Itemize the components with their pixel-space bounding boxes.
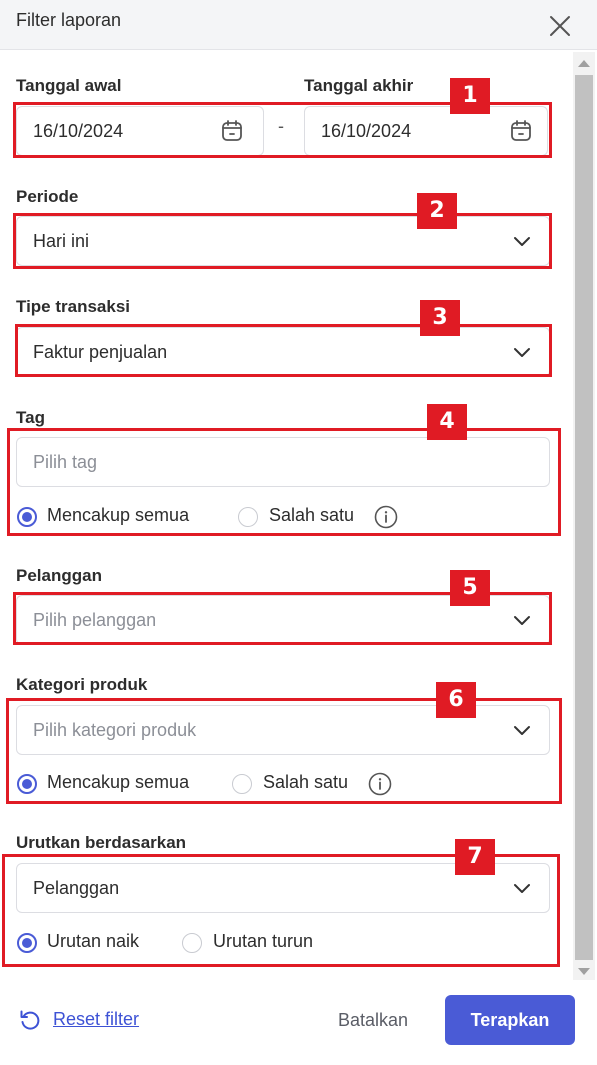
transaction-type-select[interactable]: Faktur penjualan: [16, 327, 550, 377]
tag-placeholder: Pilih tag: [33, 452, 98, 472]
annotation-badge-3: 3: [420, 300, 460, 336]
tag-option-include-all[interactable]: Mencakup semua: [16, 505, 216, 529]
calendar-icon[interactable]: [220, 119, 244, 143]
annotation-badge-7: 7: [455, 839, 495, 875]
product-category-placeholder: Pilih kategori produk: [33, 720, 197, 740]
cancel-button[interactable]: Batalkan: [320, 995, 426, 1045]
sort-option-descending[interactable]: Urutan turun: [182, 931, 342, 955]
tag-option-any-label: Salah satu: [269, 505, 355, 525]
close-icon[interactable]: [546, 12, 574, 40]
period-label: Periode: [16, 187, 79, 206]
chevron-down-icon: [514, 348, 530, 357]
date-separator: -: [278, 116, 284, 136]
transaction-type-label: Tipe transaksi: [16, 297, 131, 316]
customer-label: Pelanggan: [16, 566, 102, 585]
end-date-label: Tanggal akhir: [304, 76, 414, 95]
tag-option-any[interactable]: Salah satu: [238, 505, 368, 529]
transaction-type-value: Faktur penjualan: [33, 342, 168, 362]
tag-input[interactable]: Pilih tag: [16, 437, 550, 487]
start-date-input[interactable]: 16/10/2024: [16, 106, 264, 156]
info-icon[interactable]: [368, 772, 392, 796]
start-date-value: 16/10/2024: [33, 121, 124, 141]
radio-selected[interactable]: [17, 507, 37, 527]
tag-option-include-all-label: Mencakup semua: [47, 505, 190, 525]
period-select[interactable]: Hari ini: [16, 216, 550, 266]
product-category-option-any-label: Salah satu: [263, 772, 349, 792]
product-category-option-any[interactable]: Salah satu: [232, 772, 362, 796]
reset-icon[interactable]: [18, 1008, 42, 1032]
period-value: Hari ini: [33, 231, 90, 251]
tag-label: Tag: [16, 408, 45, 427]
dialog-title: Filter laporan: [16, 10, 122, 30]
dialog-header: Filter laporan: [0, 0, 597, 50]
sort-option-ascending-label: Urutan naik: [47, 931, 140, 951]
sort-label: Urutkan berdasarkan: [16, 833, 187, 852]
annotation-badge-1: 1: [450, 78, 490, 114]
radio-selected[interactable]: [17, 774, 37, 794]
product-category-option-include-all-label: Mencakup semua: [47, 772, 190, 792]
scroll-down-arrow[interactable]: [578, 968, 590, 975]
product-category-label: Kategori produk: [16, 675, 148, 694]
annotation-badge-2: 2: [417, 193, 457, 229]
chevron-down-icon: [514, 884, 530, 893]
start-date-label: Tanggal awal: [16, 76, 122, 95]
end-date-value: 16/10/2024: [321, 121, 412, 141]
scrollbar-thumb[interactable]: [575, 75, 593, 960]
product-category-option-include-all[interactable]: Mencakup semua: [16, 772, 216, 796]
sort-value: Pelanggan: [33, 878, 120, 898]
annotation-badge-6: 6: [436, 682, 476, 718]
radio-unselected[interactable]: [232, 774, 252, 794]
chevron-down-icon: [514, 726, 530, 735]
radio-selected[interactable]: [17, 933, 37, 953]
end-date-input[interactable]: 16/10/2024: [304, 106, 548, 156]
annotation-badge-4: 4: [427, 404, 467, 440]
scroll-up-arrow[interactable]: [578, 60, 590, 67]
apply-button[interactable]: Terapkan: [445, 995, 575, 1045]
sort-option-descending-label: Urutan turun: [213, 931, 314, 951]
reset-filter-link[interactable]: Reset filter: [53, 1009, 139, 1030]
sort-option-ascending[interactable]: Urutan naik: [16, 931, 166, 955]
annotation-badge-5: 5: [450, 570, 490, 606]
customer-placeholder: Pilih pelanggan: [33, 610, 157, 630]
radio-unselected[interactable]: [182, 933, 202, 953]
info-icon[interactable]: [374, 505, 398, 529]
calendar-icon[interactable]: [509, 119, 533, 143]
chevron-down-icon: [514, 616, 530, 625]
chevron-down-icon: [514, 237, 530, 246]
radio-unselected[interactable]: [238, 507, 258, 527]
